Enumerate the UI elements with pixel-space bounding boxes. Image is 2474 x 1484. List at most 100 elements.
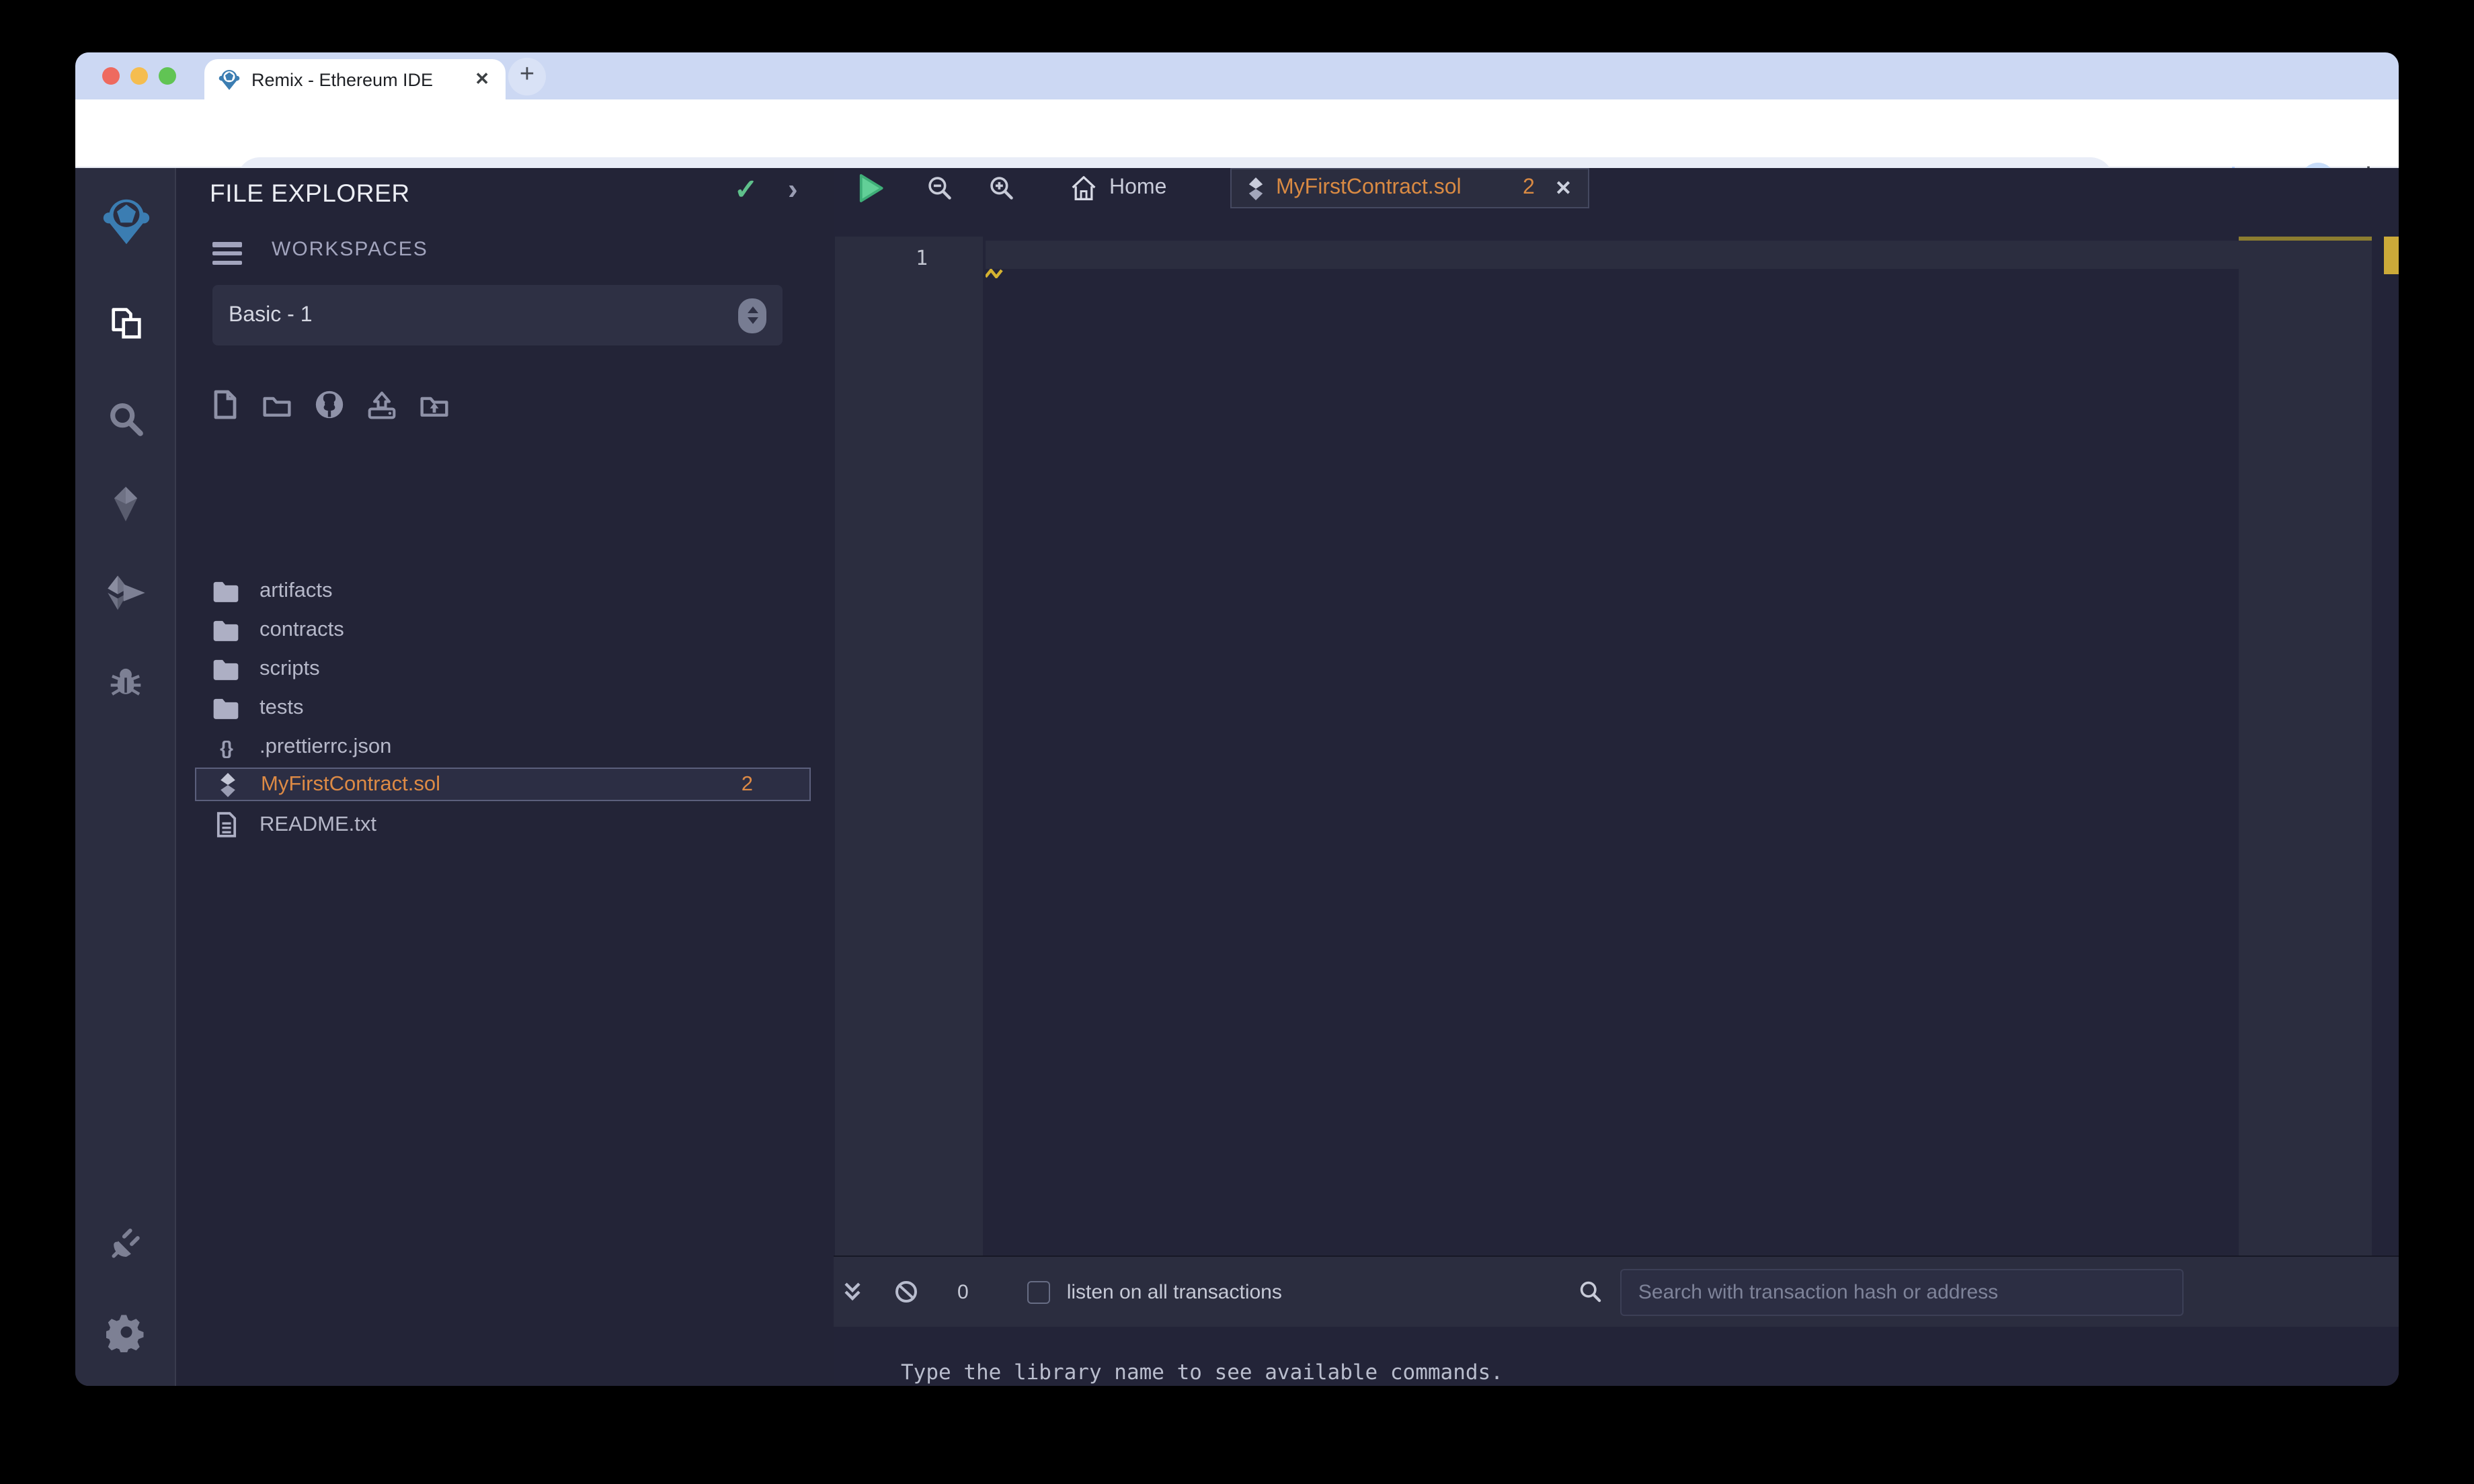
line-number: 1 [916, 246, 928, 270]
minimap-warning-line [2239, 237, 2372, 241]
solidity-file-icon [1248, 177, 1263, 200]
folder-icon [211, 580, 241, 602]
zoom-in-button[interactable] [984, 172, 1019, 204]
tab-home[interactable]: Home [1057, 168, 1180, 208]
tab-myfirstcontract[interactable]: MyFirstContract.sol 2 ✕ [1230, 168, 1589, 208]
clear-console-button[interactable] [890, 1276, 922, 1308]
zoom-in-icon [990, 177, 1013, 200]
overview-ruler-warning-marker [2384, 237, 2399, 274]
zoom-out-icon [928, 177, 951, 200]
tree-item-doc[interactable]: README.txt [195, 808, 811, 841]
terminal-search-button[interactable] [1575, 1276, 1607, 1308]
browser-window: Remix - Ethereum IDE ✕ + ← → ↻ remix.eth… [75, 52, 2399, 1386]
clone-github-button[interactable] [315, 390, 344, 419]
remix-logo-icon [102, 199, 149, 245]
browser-tab[interactable]: Remix - Ethereum IDE ✕ [204, 59, 506, 99]
editor-tab-bar: Home MyFirstContract.sol 2 ✕ [834, 168, 2399, 208]
listen-transactions-label[interactable]: listen on all transactions [1067, 1280, 1282, 1303]
explorer-toolbar [210, 387, 586, 422]
icon-rail [75, 168, 176, 1386]
workspaces-label: WORKSPACES [272, 238, 428, 261]
upload-folder-button[interactable] [420, 390, 449, 419]
tab-close-icon[interactable]: ✕ [472, 69, 492, 90]
file-explorer-panel: FILE EXPLORER ✓ › WORKSPACES Basic - 1 a… [176, 168, 834, 1386]
terminal-search-input[interactable] [1620, 1268, 2184, 1315]
file-name: tests [260, 696, 304, 718]
code-area[interactable] [986, 237, 2239, 1255]
json-braces-icon: {} [220, 736, 233, 757]
tab-close-icon[interactable]: ✕ [1555, 176, 1572, 200]
rail-solidity-compiler-button[interactable] [75, 466, 176, 542]
editor-gutter: 1 [835, 237, 983, 1255]
tree-item-solidity-selected[interactable]: MyFirstContract.sol 2 [195, 768, 811, 801]
tab-home-label: Home [1109, 176, 1167, 199]
new-folder-button[interactable] [262, 390, 292, 419]
debugger-bug-icon [110, 667, 141, 695]
folder-icon [211, 619, 241, 641]
folder-icon [211, 697, 241, 718]
listen-transactions-checkbox[interactable] [1027, 1280, 1051, 1303]
terminal-header: 0 listen on all transactions [834, 1255, 2399, 1327]
file-name: .prettierrc.json [260, 735, 392, 757]
browser-toolbar: ← → ↻ remix.ethereum.org/#lang=en&optimi… [75, 99, 2399, 204]
run-script-button[interactable] [852, 172, 887, 204]
workspace-select[interactable]: Basic - 1 [212, 285, 783, 345]
plugin-plug-icon [112, 1228, 140, 1258]
problems-badge: 2 [741, 772, 753, 795]
tree-item-folder[interactable]: scripts [195, 652, 811, 686]
workspaces-menu-icon[interactable] [212, 242, 242, 265]
settings-gear-icon [106, 1315, 143, 1352]
maximize-window-button[interactable] [159, 67, 176, 85]
new-tab-button[interactable]: + [508, 58, 546, 95]
deploy-run-icon [107, 575, 145, 610]
rail-settings-button[interactable] [75, 1294, 176, 1370]
editor-pane: Home MyFirstContract.sol 2 ✕ 1 [834, 168, 2399, 1255]
new-file-icon [213, 390, 236, 419]
rail-plugin-manager-button[interactable] [75, 1206, 176, 1281]
tree-item-json[interactable]: {} .prettierrc.json [195, 730, 811, 764]
current-line-highlight [986, 241, 2239, 269]
solidity-compiler-icon [114, 487, 138, 522]
remix-app: FILE EXPLORER ✓ › WORKSPACES Basic - 1 a… [75, 168, 2399, 1386]
file-name: MyFirstContract.sol [261, 772, 440, 795]
tab-problems-badge: 2 [1523, 176, 1535, 199]
browser-tab-strip: Remix - Ethereum IDE ✕ + [75, 52, 2399, 99]
collapse-terminal-button[interactable] [836, 1276, 869, 1308]
text-file-icon [211, 812, 241, 837]
minimize-window-button[interactable] [130, 67, 148, 85]
pending-tx-count: 0 [957, 1280, 969, 1303]
remix-favicon-icon [218, 69, 240, 89]
rail-file-explorer-button[interactable] [75, 286, 176, 362]
warning-squiggle [986, 269, 1003, 278]
zoom-out-button[interactable] [922, 172, 957, 204]
tree-item-folder[interactable]: artifacts [195, 574, 811, 608]
upload-file-button[interactable] [367, 390, 397, 419]
double-chevron-down-icon [844, 1282, 861, 1301]
remix-home-button[interactable] [75, 184, 176, 259]
play-icon [859, 174, 883, 202]
solidity-file-icon [212, 772, 242, 796]
home-icon [1072, 176, 1096, 200]
workspace-spinner-icon [738, 298, 766, 333]
rail-search-button[interactable] [75, 380, 176, 456]
upload-file-icon [368, 390, 396, 419]
search-icon [1581, 1281, 1602, 1303]
close-window-button[interactable] [102, 67, 120, 85]
rail-debugger-button[interactable] [75, 644, 176, 719]
search-icon [110, 403, 143, 436]
new-file-button[interactable] [210, 390, 239, 419]
panel-title: FILE EXPLORER [210, 179, 410, 207]
tree-item-folder[interactable]: contracts [195, 613, 811, 647]
file-explorer-icon [111, 308, 141, 339]
minimap[interactable] [2239, 237, 2372, 1255]
upload-folder-icon [420, 396, 448, 416]
accept-check-icon[interactable]: ✓ [734, 173, 758, 207]
tree-item-folder[interactable]: tests [195, 691, 811, 725]
file-name: scripts [260, 657, 320, 679]
workspace-selected: Basic - 1 [229, 303, 313, 326]
github-icon [315, 390, 344, 419]
terminal-pane: 0 listen on all transactions Type the li… [834, 1255, 2399, 1386]
rail-deploy-run-button[interactable] [75, 555, 176, 630]
expand-chevron-icon[interactable]: › [788, 172, 798, 207]
file-name: artifacts [260, 579, 333, 602]
